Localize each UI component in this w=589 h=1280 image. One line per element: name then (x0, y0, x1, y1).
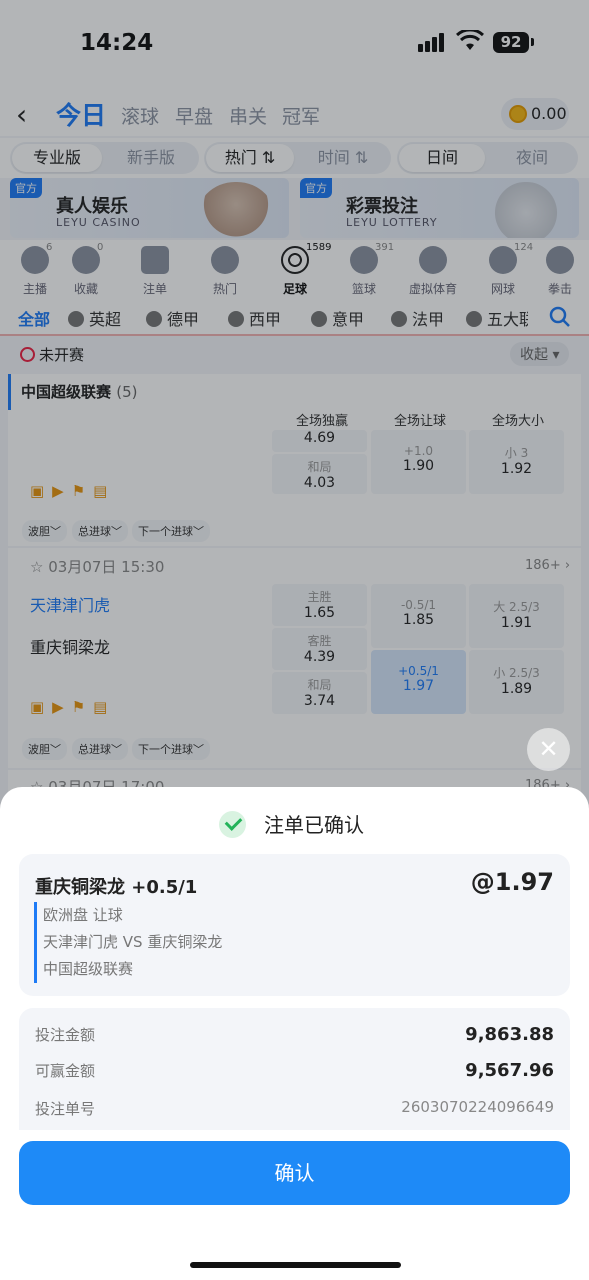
bet-amount-card: 投注金额 9,863.88 可赢金额 9,567.96 投注单号 2603070… (19, 1008, 570, 1130)
stake-label: 投注金额 (35, 1026, 96, 1044)
stake-row: 投注金额 9,863.88 (35, 1024, 554, 1048)
check-circle-icon (219, 811, 246, 838)
bet-league: 中国超级联赛 (43, 960, 134, 978)
sheet-title-label: 注单已确认 (264, 813, 364, 837)
potential-win-row: 可赢金额 9,567.96 (35, 1060, 554, 1084)
bet-details: 欧洲盘 让球 天津津门虎 VS 重庆铜梁龙 中国超级联赛 (34, 902, 222, 983)
sheet-title: 注单已确认 (219, 809, 364, 838)
bet-confirmed-sheet: 注单已确认 重庆铜梁龙 +0.5/1 @1.97 欧洲盘 让球 天津津门虎 VS… (0, 787, 589, 1280)
potential-win-label: 可赢金额 (35, 1062, 96, 1080)
close-icon[interactable]: ✕ (527, 728, 570, 771)
bet-match: 天津津门虎 VS 重庆铜梁龙 (43, 933, 223, 951)
stake-value: 9,863.88 (465, 1024, 554, 1045)
bet-odds: @1.97 (470, 868, 554, 896)
bet-id-label: 投注单号 (35, 1100, 96, 1118)
bet-selection: 重庆铜梁龙 +0.5/1 (35, 877, 198, 898)
bet-id-row: 投注单号 2603070224096649 (35, 1098, 554, 1122)
bet-summary-card: 重庆铜梁龙 +0.5/1 @1.97 欧洲盘 让球 天津津门虎 VS 重庆铜梁龙… (19, 854, 570, 996)
potential-win-value: 9,567.96 (465, 1060, 554, 1081)
bet-id-value[interactable]: 2603070224096649 (401, 1098, 554, 1116)
confirm-button[interactable]: 确认 (19, 1141, 570, 1205)
home-indicator[interactable] (190, 1262, 401, 1268)
bet-market: 欧洲盘 让球 (43, 906, 123, 924)
